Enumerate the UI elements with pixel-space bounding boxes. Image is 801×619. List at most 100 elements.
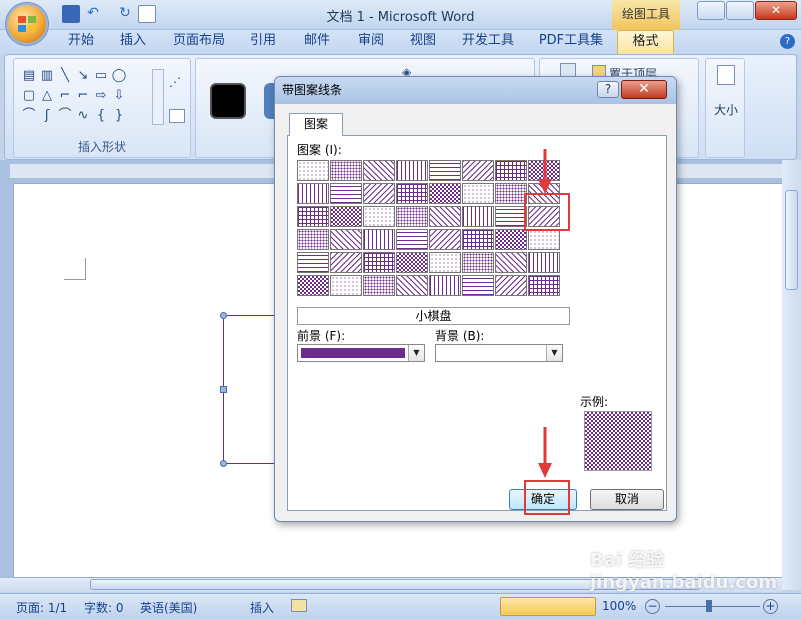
tab-review[interactable]: 审阅	[350, 30, 392, 54]
zoom-slider[interactable]	[665, 606, 760, 607]
arc-icon[interactable]: ⌒	[56, 106, 74, 126]
pattern-swatch[interactable]	[363, 275, 395, 296]
tab-home[interactable]: 开始	[60, 30, 102, 54]
pattern-swatch[interactable]	[297, 229, 329, 250]
background-color-select[interactable]: ▼	[435, 344, 563, 362]
tab-developer[interactable]: 开发工具	[456, 30, 520, 54]
scroll-thumb[interactable]	[785, 190, 798, 290]
elbow-connector-icon[interactable]: ⌐	[56, 86, 74, 106]
zoom-out-icon[interactable]: −	[645, 599, 660, 614]
resize-handle[interactable]	[220, 312, 227, 319]
office-button[interactable]	[6, 3, 48, 45]
right-brace-icon[interactable]: }	[110, 106, 128, 126]
rounded-rect-icon[interactable]: ▢	[20, 86, 38, 106]
dialog-help-button[interactable]: ?	[597, 81, 619, 98]
close-window-button[interactable]: ✕	[755, 1, 797, 20]
pattern-swatch[interactable]	[429, 275, 461, 296]
tab-pattern[interactable]: 图案	[289, 113, 343, 136]
pattern-swatch[interactable]	[495, 229, 527, 250]
pattern-swatch[interactable]	[396, 229, 428, 250]
status-language[interactable]: 英语(美国)	[140, 599, 197, 616]
shapes-gallery[interactable]: ▤ ▥ ╲ ↘ ▭ ◯ ▢ △ ⌐ ⌐ ⇨ ⇩ ⌒ ʃ ⌒ ∿{}	[20, 66, 150, 128]
zoom-level[interactable]: 100%	[602, 599, 636, 613]
pattern-swatch[interactable]	[495, 206, 527, 227]
zoom-in-icon[interactable]: +	[763, 599, 778, 614]
pattern-swatch[interactable]	[462, 206, 494, 227]
zoom-slider-thumb[interactable]	[706, 600, 712, 612]
pattern-swatch[interactable]	[297, 206, 329, 227]
tab-page-layout[interactable]: 页面布局	[168, 30, 230, 54]
help-icon[interactable]: ?	[780, 34, 795, 49]
pattern-swatch[interactable]	[363, 206, 395, 227]
right-arrow-icon[interactable]: ⇨	[92, 86, 110, 106]
style-swatch-black[interactable]	[210, 83, 246, 119]
pattern-swatch[interactable]	[297, 183, 329, 204]
chevron-down-icon[interactable]: ▼	[408, 345, 424, 361]
pattern-swatch[interactable]	[396, 160, 428, 181]
left-brace-icon[interactable]: {	[92, 106, 110, 126]
pattern-swatch[interactable]	[330, 275, 362, 296]
status-word-count[interactable]: 字数: 0	[84, 599, 124, 616]
minimize-button[interactable]	[697, 1, 725, 20]
status-insert-mode[interactable]: 插入	[250, 599, 274, 616]
pattern-swatch[interactable]	[495, 160, 527, 181]
draw-textbox-icon[interactable]	[169, 109, 185, 123]
pattern-swatch[interactable]	[396, 275, 428, 296]
pattern-swatch[interactable]	[363, 183, 395, 204]
size-button[interactable]: 大小	[706, 101, 746, 118]
shapes-scroll[interactable]	[152, 69, 164, 125]
pattern-swatch[interactable]	[330, 206, 362, 227]
pattern-swatch[interactable]	[297, 275, 329, 296]
chevron-down-icon[interactable]: ▼	[546, 345, 562, 361]
pattern-swatch[interactable]	[297, 252, 329, 273]
pattern-swatch[interactable]	[297, 160, 329, 181]
macro-record-icon[interactable]	[291, 599, 307, 612]
tab-references[interactable]: 引用	[242, 30, 284, 54]
pattern-swatch[interactable]	[330, 160, 362, 181]
scribble-icon[interactable]: ʃ	[38, 106, 56, 126]
freeform-icon[interactable]: ⌒	[20, 106, 38, 126]
pattern-swatch[interactable]	[528, 275, 560, 296]
pattern-swatch[interactable]	[330, 229, 362, 250]
triangle-icon[interactable]: △	[38, 86, 56, 106]
line-icon[interactable]: ╲	[56, 66, 74, 86]
pattern-swatch[interactable]	[396, 183, 428, 204]
pattern-swatch[interactable]	[495, 252, 527, 273]
pattern-swatch[interactable]	[462, 229, 494, 250]
curve-icon[interactable]: ∿	[74, 106, 92, 126]
pattern-swatch[interactable]	[429, 206, 461, 227]
pattern-swatch[interactable]	[363, 252, 395, 273]
tab-view[interactable]: 视图	[402, 30, 444, 54]
vertical-textbox-icon[interactable]: ▥	[38, 66, 56, 86]
rectangle-icon[interactable]: ▭	[92, 66, 110, 86]
pattern-swatch[interactable]	[330, 252, 362, 273]
down-arrow-icon[interactable]: ⇩	[110, 86, 128, 106]
size-icon[interactable]	[717, 65, 735, 85]
connector-icon[interactable]: ⌐	[74, 86, 92, 106]
pattern-swatch[interactable]	[462, 252, 494, 273]
pattern-swatch[interactable]	[396, 252, 428, 273]
resize-handle[interactable]	[220, 386, 227, 393]
tab-format[interactable]: 格式	[617, 30, 674, 55]
status-page[interactable]: 页面: 1/1	[16, 599, 67, 616]
pattern-swatch[interactable]	[429, 252, 461, 273]
pattern-swatch[interactable]	[330, 183, 362, 204]
tab-mailings[interactable]: 邮件	[296, 30, 338, 54]
tab-pdf-tools[interactable]: PDF工具集	[534, 30, 608, 54]
pattern-swatch[interactable]	[363, 160, 395, 181]
foreground-color-select[interactable]: ▼	[297, 344, 425, 362]
edit-shape-icon[interactable]: ⋰	[169, 75, 185, 89]
dialog-close-button[interactable]: ✕	[621, 80, 667, 99]
pattern-swatch[interactable]	[495, 275, 527, 296]
tab-insert[interactable]: 插入	[112, 30, 154, 54]
pattern-swatch[interactable]	[462, 183, 494, 204]
pattern-swatch[interactable]	[462, 160, 494, 181]
pattern-swatch[interactable]	[462, 275, 494, 296]
pattern-swatch[interactable]	[495, 183, 527, 204]
arrow-line-icon[interactable]: ↘	[74, 66, 92, 86]
resize-handle[interactable]	[220, 460, 227, 467]
cancel-button[interactable]: 取消	[590, 489, 664, 510]
maximize-button[interactable]	[726, 1, 754, 20]
oval-icon[interactable]: ◯	[110, 66, 128, 86]
pattern-swatch[interactable]	[528, 229, 560, 250]
